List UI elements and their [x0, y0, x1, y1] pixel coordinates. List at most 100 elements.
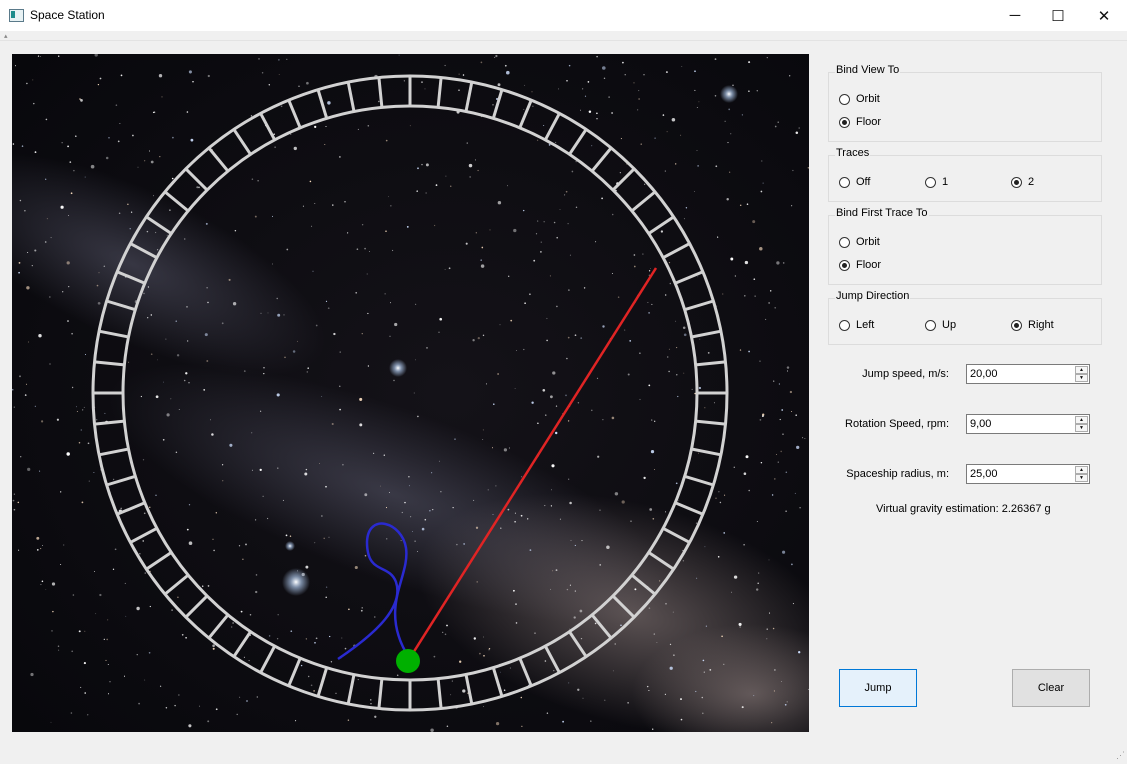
star	[120, 507, 123, 510]
star	[555, 569, 558, 572]
star	[644, 183, 646, 185]
radio-traces-2[interactable]: 2	[1011, 176, 1034, 188]
star	[724, 494, 726, 496]
star	[785, 510, 787, 512]
spin-down-icon[interactable]: ▼	[1075, 474, 1088, 482]
star	[97, 301, 101, 305]
star	[514, 512, 516, 514]
star	[192, 81, 194, 83]
star	[704, 407, 706, 409]
star	[766, 56, 768, 59]
radius-spinbox[interactable]: ▲▼	[966, 464, 1090, 484]
star	[45, 588, 47, 590]
rotation-speed-label: Rotation Speed, rpm:	[845, 418, 949, 430]
star	[575, 206, 578, 209]
star	[543, 125, 545, 127]
star	[743, 544, 745, 546]
star	[807, 688, 809, 690]
radio-jump-up[interactable]: Up	[925, 319, 956, 331]
star	[499, 324, 501, 326]
resize-grip-icon[interactable]: ⋰	[1116, 750, 1125, 761]
star	[704, 546, 706, 548]
star	[733, 466, 736, 469]
star	[789, 390, 793, 394]
star	[84, 353, 87, 356]
close-button[interactable]: ✕	[1081, 0, 1127, 31]
star	[440, 491, 442, 493]
star	[211, 433, 214, 436]
radio-traces-off[interactable]: Off	[839, 176, 870, 188]
radio-bind-trace-orbit[interactable]: Orbit	[839, 236, 880, 248]
star	[549, 275, 551, 277]
star	[701, 696, 704, 699]
star	[290, 133, 292, 135]
star	[524, 84, 526, 86]
spin-up-icon[interactable]: ▲	[1075, 366, 1088, 374]
star	[438, 331, 440, 333]
star	[215, 512, 217, 514]
radio-bind-view-floor[interactable]: Floor	[839, 116, 881, 128]
spin-down-icon[interactable]: ▼	[1075, 374, 1088, 382]
star	[430, 728, 434, 732]
simulation-view[interactable]	[12, 54, 809, 732]
radio-bind-view-orbit[interactable]: Orbit	[839, 93, 880, 105]
jump-button[interactable]: Jump	[839, 669, 917, 707]
star	[462, 74, 465, 76]
rotation-speed-spinbox[interactable]: ▲▼	[966, 414, 1090, 434]
star	[38, 333, 42, 338]
minimize-button[interactable]: ─	[992, 0, 1038, 31]
radio-traces-1[interactable]: 1	[925, 176, 948, 188]
star	[543, 221, 545, 223]
star	[143, 292, 145, 295]
star	[611, 416, 615, 420]
spin-down-icon[interactable]: ▼	[1075, 424, 1088, 432]
spin-up-icon[interactable]: ▲	[1075, 466, 1088, 474]
star	[277, 313, 281, 317]
clear-button[interactable]: Clear	[1012, 669, 1090, 707]
star	[61, 142, 63, 144]
star	[638, 98, 640, 100]
radio-jump-right[interactable]: Right	[1011, 319, 1054, 331]
star	[722, 293, 724, 295]
star	[342, 463, 344, 466]
star	[786, 701, 788, 703]
star	[243, 370, 246, 372]
rotation-speed-input[interactable]	[967, 415, 1077, 433]
star	[653, 633, 656, 635]
star	[278, 59, 280, 61]
star	[93, 472, 95, 474]
star	[332, 204, 334, 206]
star	[364, 554, 367, 557]
star	[187, 340, 189, 342]
star	[726, 198, 729, 201]
star	[307, 367, 309, 369]
radio-jump-left[interactable]: Left	[839, 319, 874, 331]
star	[458, 73, 460, 75]
star	[549, 395, 553, 399]
star	[433, 224, 436, 227]
spin-up-icon[interactable]: ▲	[1075, 416, 1088, 424]
star	[782, 550, 786, 554]
star	[542, 388, 546, 392]
star	[697, 165, 699, 167]
star	[709, 669, 712, 671]
star	[26, 286, 30, 290]
star	[41, 580, 44, 583]
jump-speed-input[interactable]	[967, 365, 1077, 383]
jump-speed-spinbox[interactable]: ▲▼	[966, 364, 1090, 384]
star	[404, 501, 406, 504]
radio-bind-trace-floor[interactable]: Floor	[839, 259, 881, 271]
star	[569, 628, 571, 630]
star	[702, 659, 705, 662]
star	[452, 507, 454, 509]
star	[622, 61, 624, 64]
radius-input[interactable]	[967, 465, 1077, 483]
star	[781, 680, 782, 682]
star	[508, 275, 510, 277]
star	[780, 450, 782, 453]
star	[515, 349, 517, 351]
maximize-button[interactable]: ☐	[1035, 0, 1081, 31]
star	[786, 366, 790, 369]
star	[474, 159, 476, 161]
star	[366, 273, 368, 275]
